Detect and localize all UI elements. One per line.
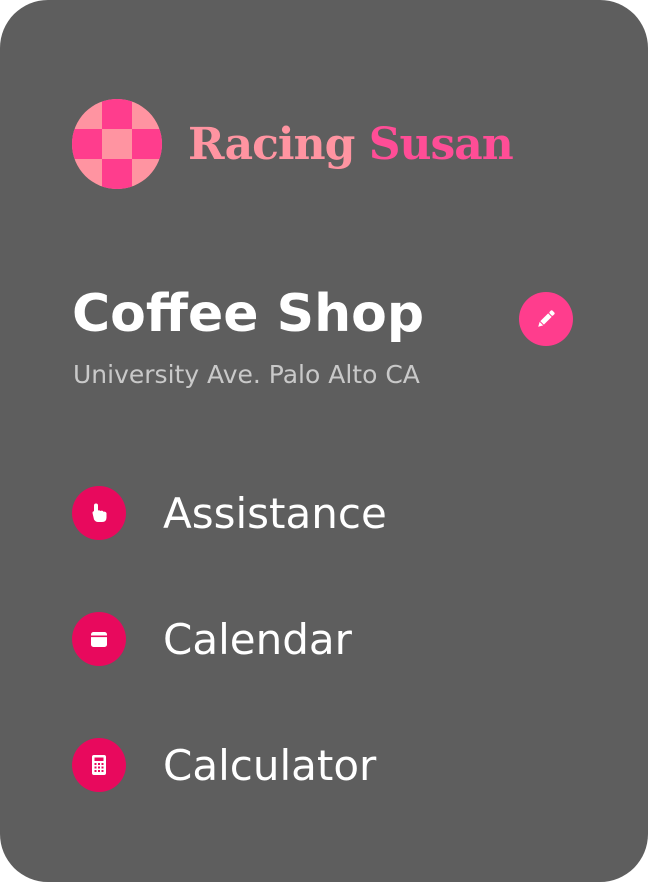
checkered-circle-logo [72,99,162,189]
calendar-icon [72,612,126,666]
pencil-icon [538,310,555,327]
menu-item-label: Calendar [163,614,352,664]
location-title: Coffee Shop [72,284,425,344]
edit-location-button[interactable] [519,292,573,346]
menu-item-label: Assistance [163,488,387,538]
brand-name-part1: Racing [188,118,355,170]
location-address: University Ave. Palo Alto CA [73,360,420,389]
menu-item-calculator[interactable]: Calculator [72,738,376,792]
menu-item-assistance[interactable]: Assistance [72,486,387,540]
hand-pointer-icon [72,486,126,540]
menu-item-label: Calculator [163,740,377,790]
brand-header: Racing Susan [72,99,514,189]
restaurant-card: Racing Susan Coffee Shop University Ave.… [0,0,648,882]
brand-name-part2: Susan [368,118,514,170]
brand-name: Racing Susan [188,118,514,170]
menu-item-calendar[interactable]: Calendar [72,612,352,666]
calculator-icon [72,738,126,792]
